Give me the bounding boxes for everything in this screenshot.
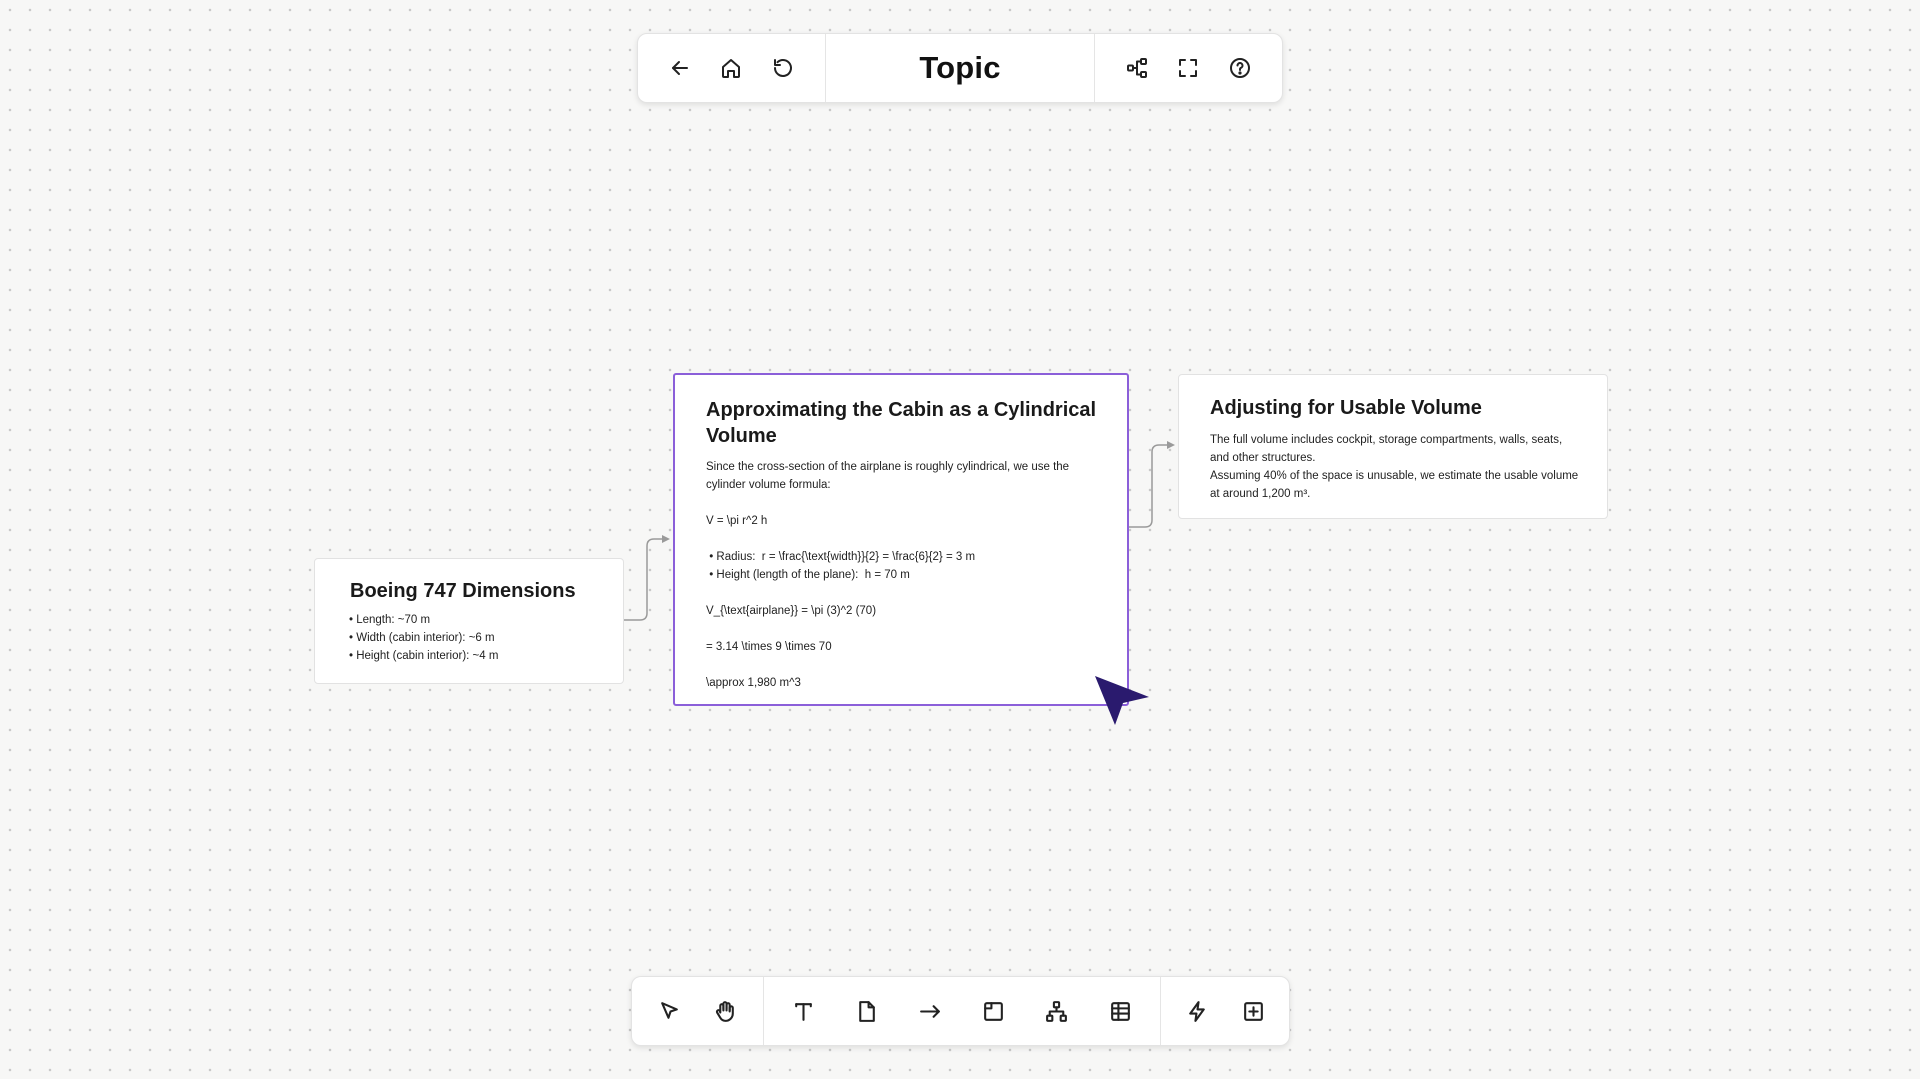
table-icon xyxy=(1110,1001,1130,1021)
add-box-icon xyxy=(1243,1001,1263,1021)
card-body: Since the cross-section of the airplane … xyxy=(706,461,1070,689)
document-icon xyxy=(859,1000,876,1022)
back-button[interactable] xyxy=(660,48,700,88)
page-title: Topic xyxy=(919,50,1001,85)
card-body: • Length: ~70 m • Width (cabin interior)… xyxy=(349,614,499,662)
note-tool-button[interactable] xyxy=(847,991,887,1031)
hierarchy-tool-button[interactable] xyxy=(1037,991,1077,1031)
card-title: Boeing 747 Dimensions xyxy=(350,580,576,602)
connector-cabin-to-usable xyxy=(1129,441,1175,528)
card-title: Adjusting for Usable Volume xyxy=(1210,397,1482,419)
text-icon xyxy=(795,1002,812,1021)
mindmap-button[interactable] xyxy=(1117,48,1157,88)
fullscreen-icon xyxy=(1179,59,1198,77)
fullscreen-button[interactable] xyxy=(1168,48,1208,88)
table-tool-button[interactable] xyxy=(1100,991,1140,1031)
frame-icon xyxy=(984,1001,1004,1021)
top-toolbar: Topic xyxy=(637,33,1283,103)
arrow-right-icon xyxy=(919,1004,940,1018)
add-tool-button[interactable] xyxy=(1233,991,1273,1031)
creation-tools xyxy=(764,977,1161,1045)
card-usable-volume[interactable]: Adjusting for Usable Volume The full vol… xyxy=(1178,374,1608,519)
ai-tool-button[interactable] xyxy=(1177,991,1217,1031)
cursor-arrow-icon xyxy=(661,1001,679,1019)
arrow-tool-button[interactable] xyxy=(910,991,950,1031)
home-icon xyxy=(722,59,741,78)
navigation-tools xyxy=(632,977,764,1045)
hand-icon xyxy=(715,1000,734,1022)
extra-tools xyxy=(1161,977,1289,1045)
card-cabin-volume[interactable]: Approximating the Cabin as a Cylindrical… xyxy=(673,373,1129,706)
select-tool-button[interactable] xyxy=(650,991,690,1031)
connector-boeing-to-cabin xyxy=(624,535,670,621)
refresh-icon xyxy=(774,59,793,77)
bottom-toolbar xyxy=(631,976,1290,1046)
pointer-cursor-icon xyxy=(1095,676,1149,725)
text-tool-button[interactable] xyxy=(784,991,824,1031)
view-group xyxy=(1094,34,1282,102)
lightning-icon xyxy=(1188,1000,1205,1022)
card-boeing-dimensions[interactable]: Boeing 747 Dimensions • Length: ~70 m • … xyxy=(314,558,624,684)
home-button[interactable] xyxy=(711,48,751,88)
nav-group xyxy=(638,34,826,102)
card-body: The full volume includes cockpit, storag… xyxy=(1210,434,1579,500)
help-button[interactable] xyxy=(1220,48,1260,88)
help-icon xyxy=(1230,58,1251,78)
hierarchy-icon xyxy=(1046,1000,1068,1022)
frame-tool-button[interactable] xyxy=(974,991,1014,1031)
mindmap-icon xyxy=(1126,58,1147,78)
card-title: Approximating the Cabin as a Cylindrical… xyxy=(706,399,1097,447)
arrow-left-icon xyxy=(671,61,688,75)
refresh-button[interactable] xyxy=(763,48,803,88)
hand-tool-button[interactable] xyxy=(705,991,745,1031)
